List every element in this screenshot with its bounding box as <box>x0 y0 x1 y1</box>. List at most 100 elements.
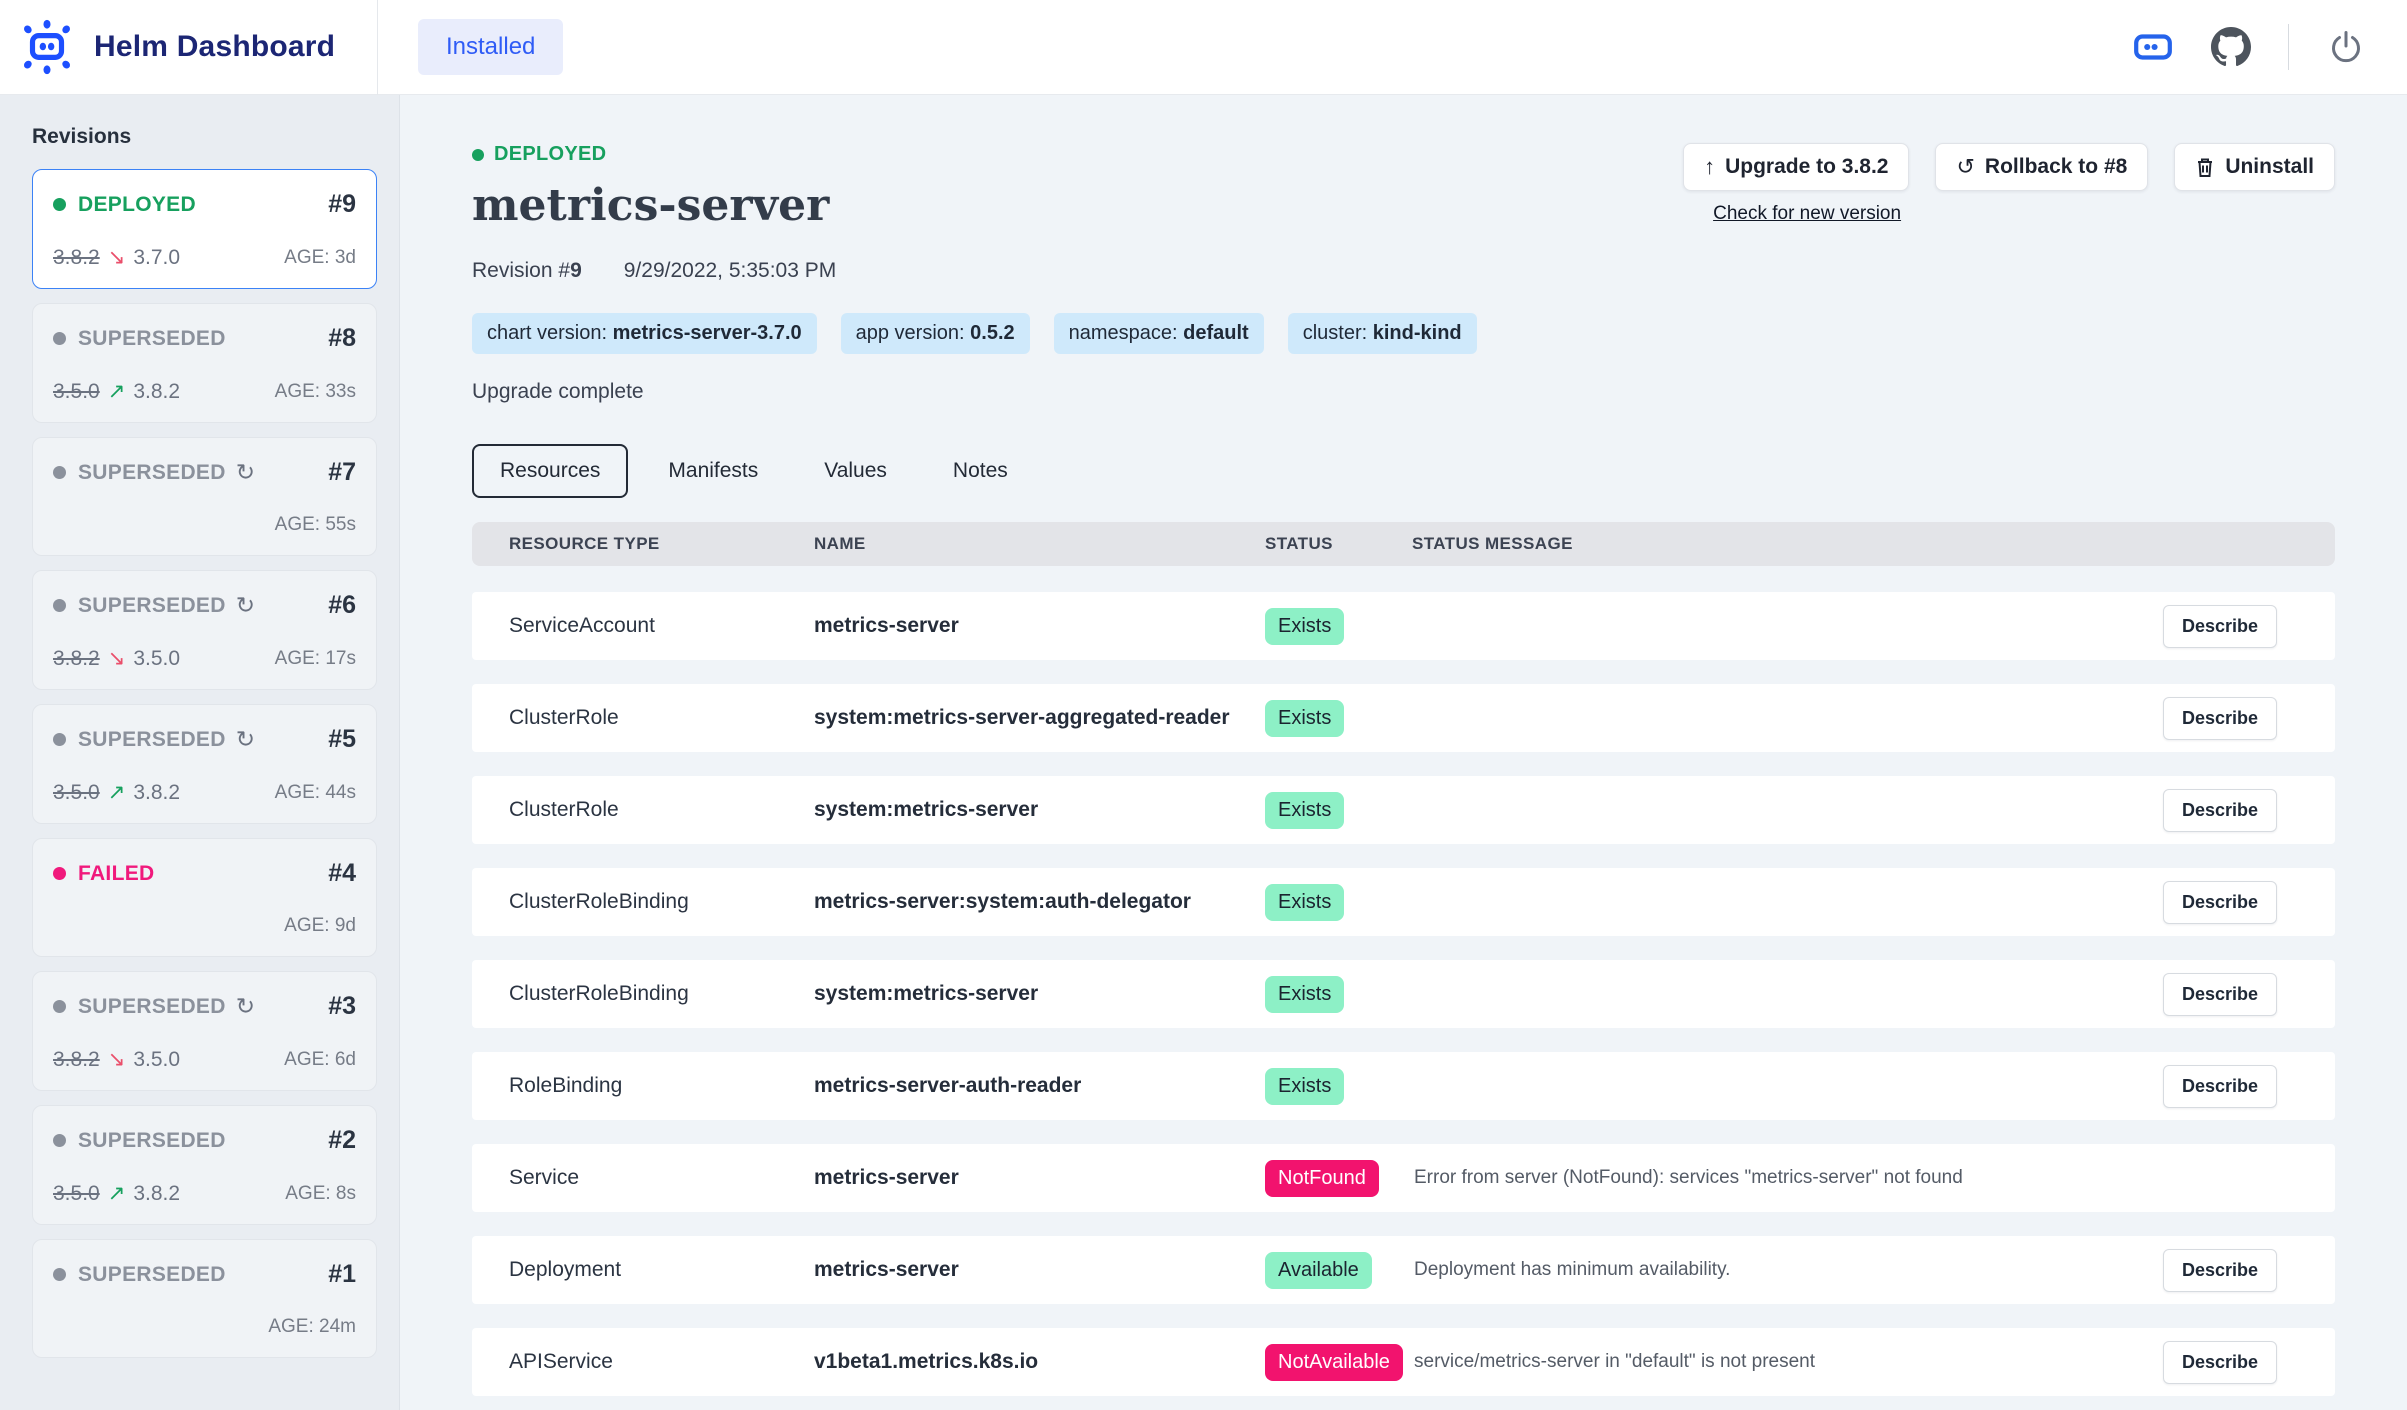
new-version: 3.8.2 <box>133 1182 180 1206</box>
status-badge: Exists <box>1265 700 1344 737</box>
version-change: 3.5.0↗3.8.2 <box>53 1181 180 1206</box>
rollback-icon: ↺ <box>1956 156 1974 178</box>
power-icon[interactable] <box>2325 26 2367 68</box>
revision-card[interactable]: DEPLOYED#93.8.2↘3.7.0AGE: 3d <box>32 169 377 289</box>
status-message-cell: Deployment has minimum availability. <box>1412 1259 2181 1281</box>
describe-button[interactable]: Describe <box>2163 973 2277 1016</box>
revision-card-top: SUPERSEDED↻#3 <box>53 992 356 1021</box>
tab-installed[interactable]: Installed <box>418 19 563 75</box>
new-version: 3.7.0 <box>133 246 180 270</box>
status-cell: NotAvailable <box>1265 1344 1412 1381</box>
table-row: Servicemetrics-serverNotFoundError from … <box>472 1144 2335 1212</box>
revision-age: AGE: 17s <box>275 648 356 670</box>
resource-type-cell: APIService <box>509 1350 814 1374</box>
revision-age: AGE: 33s <box>275 381 356 403</box>
release-chip: app version: 0.5.2 <box>841 313 1030 354</box>
status-dot-icon <box>53 1134 66 1147</box>
new-version: 3.5.0 <box>133 647 180 671</box>
describe-button[interactable]: Describe <box>2163 881 2277 924</box>
revision-card[interactable]: SUPERSEDED#83.5.0↗3.8.2AGE: 33s <box>32 303 377 423</box>
resource-name-cell: metrics-server <box>814 1258 1265 1282</box>
old-version: 3.5.0 <box>53 380 100 404</box>
status-dot-icon <box>53 198 66 211</box>
revision-card-top: SUPERSEDED↻#7 <box>53 458 356 487</box>
revision-card-top: SUPERSEDED#2 <box>53 1126 356 1155</box>
revision-status-label: SUPERSEDED <box>78 728 226 752</box>
tab-notes[interactable]: Notes <box>927 446 1034 496</box>
rollback-button[interactable]: ↺ Rollback to #8 <box>1935 143 2148 191</box>
tab-bar: Resources Manifests Values Notes <box>472 444 2335 498</box>
describe-button[interactable]: Describe <box>2163 697 2277 740</box>
revision-card-bottom: 3.5.0↗3.8.2AGE: 44s <box>53 780 356 805</box>
old-version: 3.8.2 <box>53 246 100 270</box>
status-message-cell: Error from server (NotFound): services "… <box>1412 1167 2181 1189</box>
revision-card[interactable]: SUPERSEDED↻#33.8.2↘3.5.0AGE: 6d <box>32 971 377 1091</box>
resource-type-cell: ClusterRoleBinding <box>509 982 814 1006</box>
table-row: ClusterRoleBindingsystem:metrics-serverE… <box>472 960 2335 1028</box>
actions-cell: Describe <box>2181 973 2335 1016</box>
table-row: RoleBindingmetrics-server-auth-readerExi… <box>472 1052 2335 1120</box>
version-change: 3.5.0↗3.8.2 <box>53 379 180 404</box>
tab-manifests[interactable]: Manifests <box>642 446 784 496</box>
revision-card[interactable]: SUPERSEDED#2 3.5.0↗3.8.2 AGE: 8s <box>32 1105 377 1225</box>
resource-name-cell: system:metrics-server <box>814 982 1265 1006</box>
resource-type-cell: Deployment <box>509 1258 814 1282</box>
status-badge: Exists <box>1265 884 1344 921</box>
status-cell: Exists <box>1265 700 1412 737</box>
column-header: STATUS MESSAGE <box>1412 534 2181 554</box>
describe-button[interactable]: Describe <box>2163 789 2277 832</box>
revision-status-label: FAILED <box>78 862 154 886</box>
describe-button[interactable]: Describe <box>2163 1341 2277 1384</box>
upgrade-button[interactable]: ↑ Upgrade to 3.8.2 <box>1683 143 1909 191</box>
uninstall-button[interactable]: Uninstall <box>2174 143 2335 191</box>
status-cell: Exists <box>1265 884 1412 921</box>
revision-card[interactable]: SUPERSEDED↻#53.5.0↗3.8.2AGE: 44s <box>32 704 377 824</box>
tab-resources[interactable]: Resources <box>472 444 628 498</box>
resource-type-cell: ClusterRole <box>509 798 814 822</box>
status-dot-icon <box>53 599 66 612</box>
release-status: DEPLOYED <box>472 143 836 166</box>
status-cell: NotFound <box>1265 1160 1412 1197</box>
revision-card[interactable]: SUPERSEDED#1AGE: 24m <box>32 1239 377 1358</box>
status-dot-icon <box>53 1000 66 1013</box>
trash-icon <box>2195 156 2215 178</box>
reload-icon: ↻ <box>236 726 255 753</box>
revision-card-top: SUPERSEDED#1 <box>53 1260 356 1289</box>
down-arrow-icon: ↘ <box>108 1047 126 1072</box>
describe-button[interactable]: Describe <box>2163 1065 2277 1108</box>
resource-name-cell: system:metrics-server <box>814 798 1265 822</box>
resource-name-cell: metrics-server <box>814 1166 1265 1190</box>
new-version: 3.8.2 <box>133 380 180 404</box>
revision-number: #4 <box>328 859 356 888</box>
revision-number: #2 <box>328 1126 356 1155</box>
resource-name-cell: system:metrics-server-aggregated-reader <box>814 706 1265 730</box>
tab-values[interactable]: Values <box>798 446 913 496</box>
revision-card[interactable]: SUPERSEDED↻#63.8.2↘3.5.0AGE: 17s <box>32 570 377 690</box>
revision-number: #3 <box>328 992 356 1021</box>
down-arrow-icon: ↘ <box>108 646 126 671</box>
resource-name-cell: metrics-server:system:auth-delegator <box>814 890 1265 914</box>
table-header: RESOURCE TYPENAMESTATUSSTATUS MESSAGE <box>472 522 2335 566</box>
github-icon[interactable] <box>2210 26 2252 68</box>
revision-age: AGE: 8s <box>285 1183 356 1205</box>
status-badge: Exists <box>1265 1068 1344 1105</box>
revision-status-label: SUPERSEDED <box>78 327 226 351</box>
status-dot-icon <box>53 733 66 746</box>
reload-icon: ↻ <box>236 993 255 1020</box>
revision-card[interactable]: FAILED#4AGE: 9d <box>32 838 377 957</box>
revision-card-bottom: AGE: 55s <box>53 513 356 537</box>
old-version: 3.8.2 <box>53 1048 100 1072</box>
status-message-cell: service/metrics-server in "default" is n… <box>1412 1351 2181 1373</box>
upgrade-arrow-icon: ↑ <box>1704 156 1715 178</box>
old-version: 3.5.0 <box>53 781 100 805</box>
top-bar: Helm Dashboard Installed <box>0 0 2407 95</box>
column-header: RESOURCE TYPE <box>509 534 814 554</box>
revision-card[interactable]: SUPERSEDED↻#7 AGE: 55s <box>32 437 377 556</box>
release-chip: cluster: kind-kind <box>1288 313 1477 354</box>
app-switcher-icon[interactable] <box>2132 26 2174 68</box>
describe-button[interactable]: Describe <box>2163 605 2277 648</box>
describe-button[interactable]: Describe <box>2163 1249 2277 1292</box>
check-new-version-link[interactable]: Check for new version <box>1713 203 1901 225</box>
revision-label: Revision #9 <box>472 259 582 283</box>
table-row: ClusterRolesystem:metrics-server-aggrega… <box>472 684 2335 752</box>
